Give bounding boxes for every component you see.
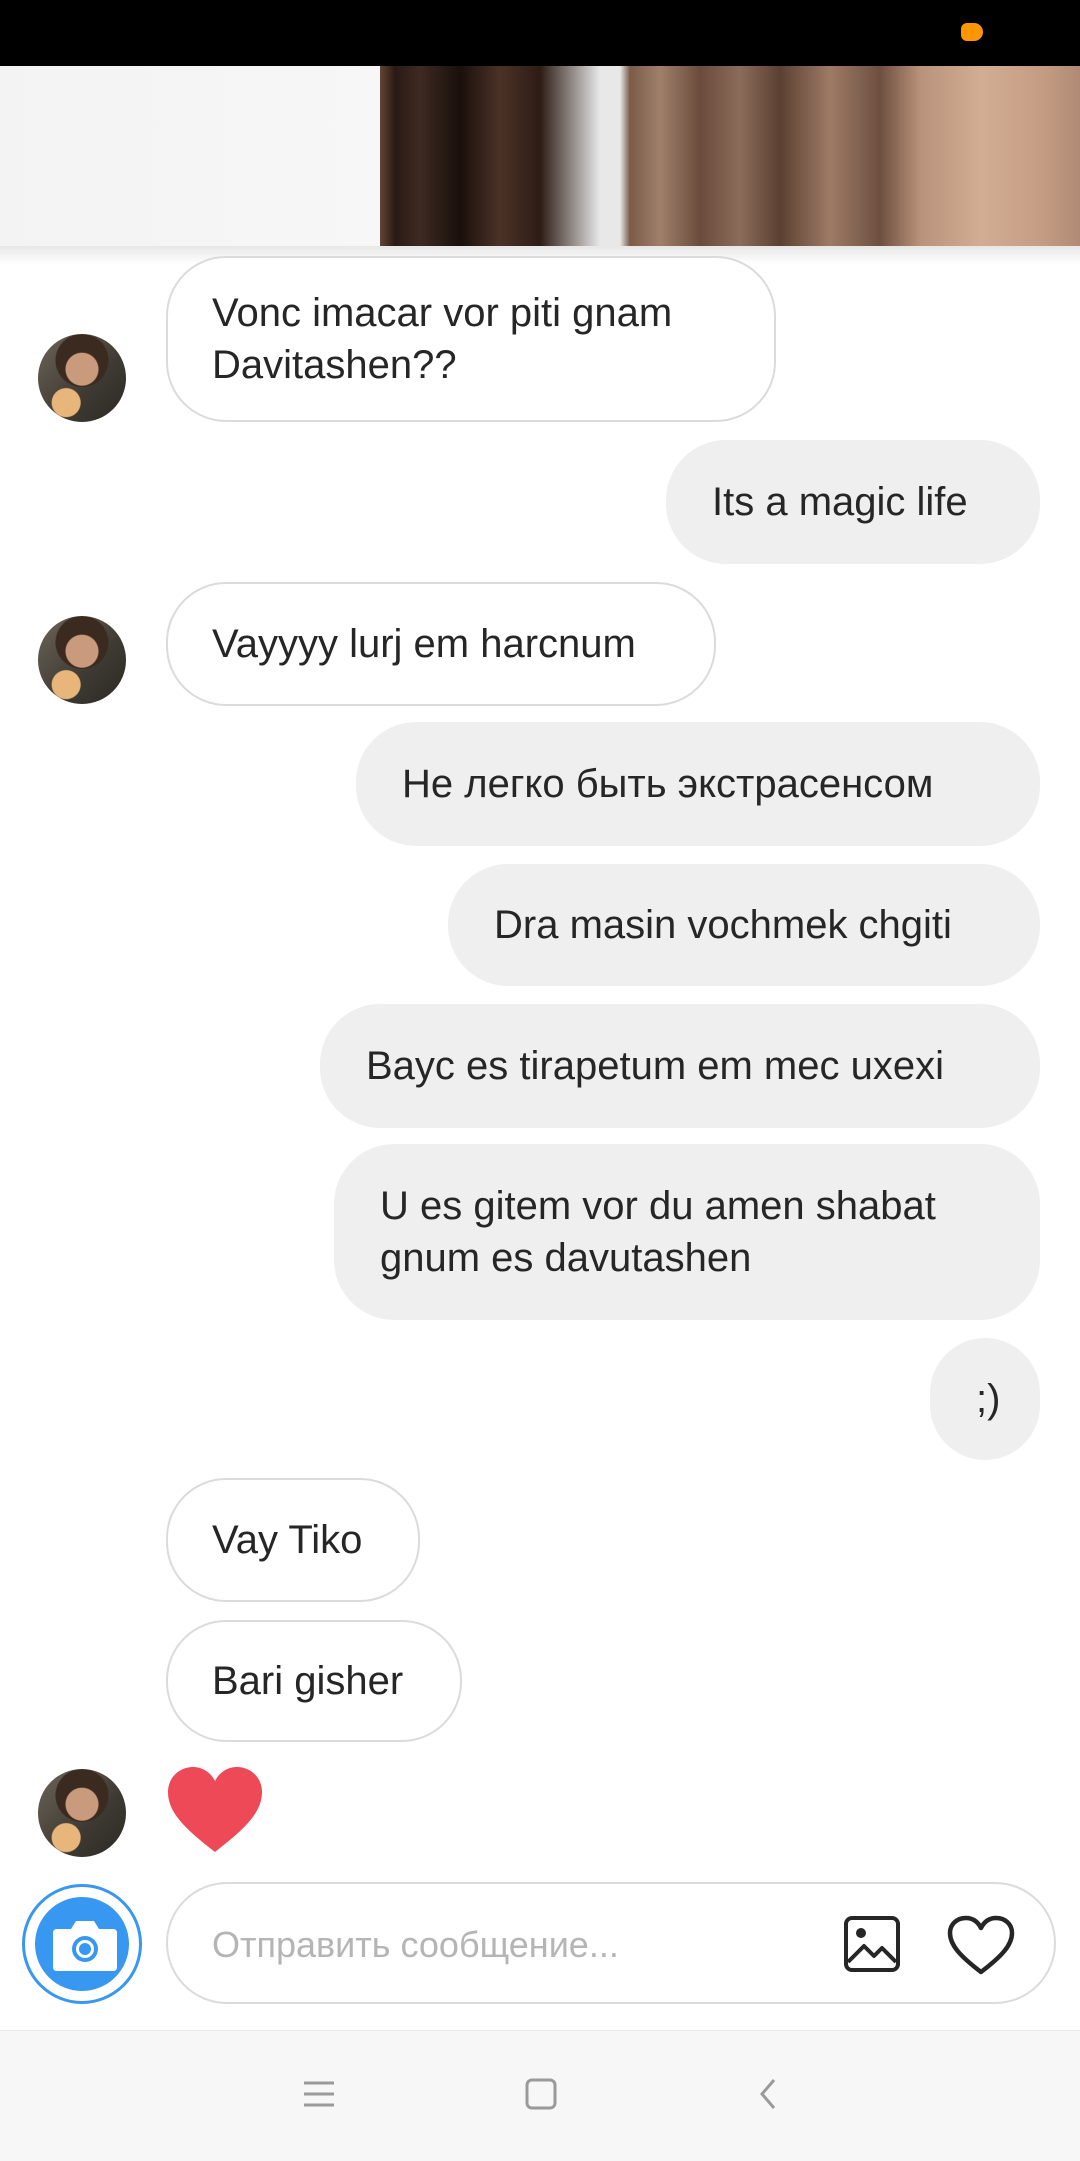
- heart-outline-icon[interactable]: [946, 1914, 1016, 1976]
- message-bubble-incoming[interactable]: Vay Tiko: [166, 1478, 420, 1602]
- avatar[interactable]: [38, 334, 126, 422]
- message-bubble-outgoing[interactable]: Its a magic life: [666, 440, 1040, 564]
- home-square-icon[interactable]: [524, 2077, 558, 2111]
- status-bar: [0, 0, 1080, 66]
- message-bubble-outgoing[interactable]: U es gitem vor du amen shabat gnum es da…: [334, 1144, 1040, 1320]
- message-input[interactable]: [210, 1912, 774, 1978]
- message-bubble-outgoing[interactable]: Bayc es tirapetum em mec uxexi: [320, 1004, 1040, 1128]
- message-bubble-outgoing[interactable]: Не легко быть экстрасенсом: [356, 722, 1040, 846]
- message-composer[interactable]: [166, 1882, 1056, 2004]
- message-bubble-incoming[interactable]: Vayyyy lurj em harcnum: [166, 582, 716, 706]
- shared-media-strip[interactable]: [0, 66, 1080, 246]
- camera-icon: [53, 1921, 117, 1971]
- media-strip-blank: [0, 66, 380, 246]
- message-bubble-outgoing[interactable]: ;): [930, 1338, 1040, 1460]
- battery-icon: [961, 23, 983, 41]
- message-bubble-outgoing[interactable]: Dra masin vochmek chgiti: [448, 864, 1040, 986]
- camera-button[interactable]: [22, 1884, 142, 2004]
- message-bubble-incoming[interactable]: Vonc imacar vor piti gnam Davitashen??: [166, 256, 776, 422]
- system-nav-bar: [0, 2030, 1080, 2161]
- heart-icon[interactable]: [164, 1764, 266, 1856]
- gallery-icon[interactable]: [842, 1914, 902, 1974]
- message-bubble-incoming[interactable]: Bari gisher: [166, 1620, 462, 1742]
- avatar[interactable]: [38, 1769, 126, 1857]
- back-chevron-icon[interactable]: [752, 2077, 786, 2111]
- menu-icon[interactable]: [302, 2077, 336, 2111]
- avatar[interactable]: [38, 616, 126, 704]
